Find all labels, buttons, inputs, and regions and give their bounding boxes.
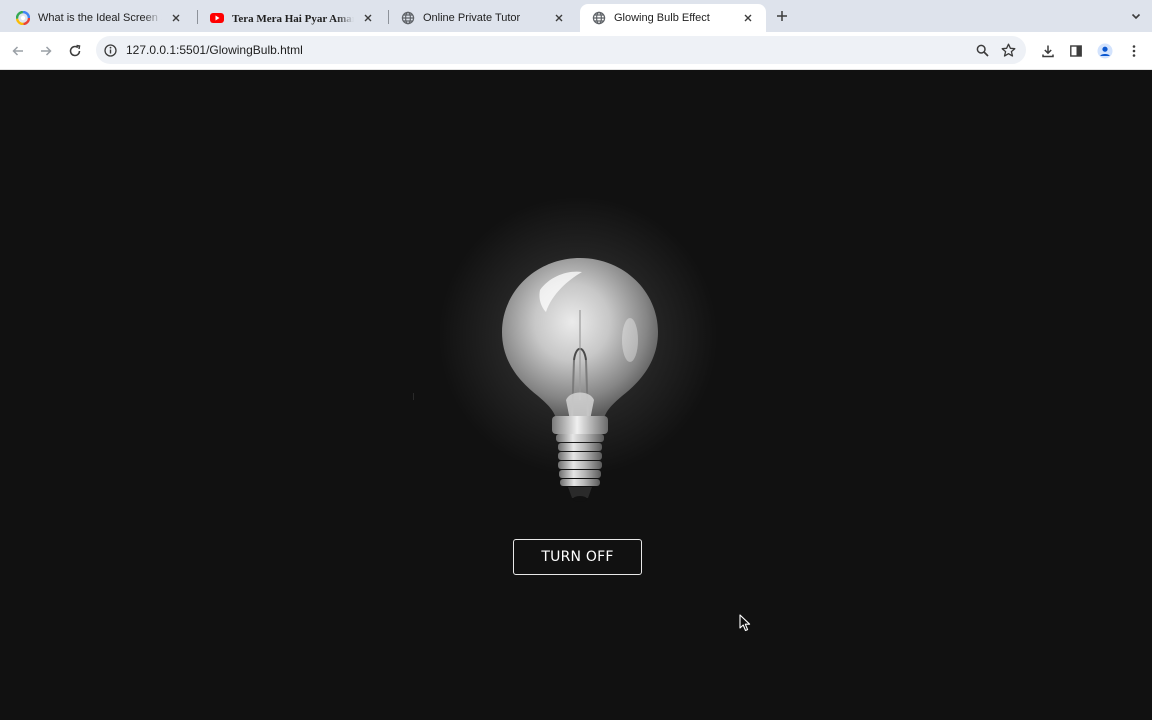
turn-off-button[interactable]: TURN OFF [513,539,642,575]
google-icon [16,11,30,25]
mouse-cursor-icon [739,614,751,632]
tab-search-button[interactable] [1126,6,1146,26]
arrow-left-icon [12,46,23,56]
artifact-mark [413,393,414,400]
url-text: 127.0.0.1:5501/GlowingBulb.html [126,43,303,57]
side-panel-icon [1070,45,1082,57]
globe-icon [592,11,606,25]
kebab-menu-icon [1132,45,1136,57]
tab-title: Glowing Bulb Effect [614,12,710,24]
arrow-right-icon [41,46,52,56]
plus-icon [777,11,787,21]
browser-window: What is the Ideal Screen Size Tera Mera … [0,0,1152,720]
tab-title: What is the Ideal Screen Size [38,12,162,24]
reload-icon [69,44,81,57]
bookmark-star-icon[interactable] [999,41,1017,59]
downloads-button[interactable] [1038,41,1058,61]
tab-title: Online Private Tutor [423,12,521,24]
close-icon[interactable] [168,10,184,26]
chevron-down-icon [1131,13,1141,20]
tab-online-private-tutor[interactable]: Online Private Tutor [389,4,577,32]
address-bar[interactable]: 127.0.0.1:5501/GlowingBulb.html [96,36,1026,64]
light-bulb-image [502,258,658,502]
back-button[interactable] [8,41,28,61]
download-icon [1042,45,1054,58]
globe-icon [401,11,415,25]
tab-tera-mera-hai-pyar-amar[interactable]: Tera Mera Hai Pyar Amar❤️Ish [198,4,386,32]
side-panel-button[interactable] [1066,41,1086,61]
tab-strip: What is the Ideal Screen Size Tera Mera … [0,0,1152,32]
zoom-icon[interactable] [974,42,990,58]
close-icon[interactable] [740,10,756,26]
tab-ideal-screen-size[interactable]: What is the Ideal Screen Size [4,4,194,32]
avatar-icon [1097,43,1113,59]
tab-title: Tera Mera Hai Pyar Amar❤️Ish [232,12,354,25]
youtube-icon [210,11,224,25]
close-icon[interactable] [360,10,376,26]
menu-button[interactable] [1124,41,1144,61]
reload-button[interactable] [65,41,85,61]
tab-glowing-bulb-effect[interactable]: Glowing Bulb Effect [580,4,766,32]
forward-button[interactable] [36,41,56,61]
page-content: TURN OFF [0,70,1152,720]
browser-toolbar: 127.0.0.1:5501/GlowingBulb.html [0,32,1152,70]
new-tab-button[interactable] [772,6,792,26]
close-icon[interactable] [551,10,567,26]
info-icon[interactable] [103,43,117,57]
profile-button[interactable] [1095,41,1115,61]
